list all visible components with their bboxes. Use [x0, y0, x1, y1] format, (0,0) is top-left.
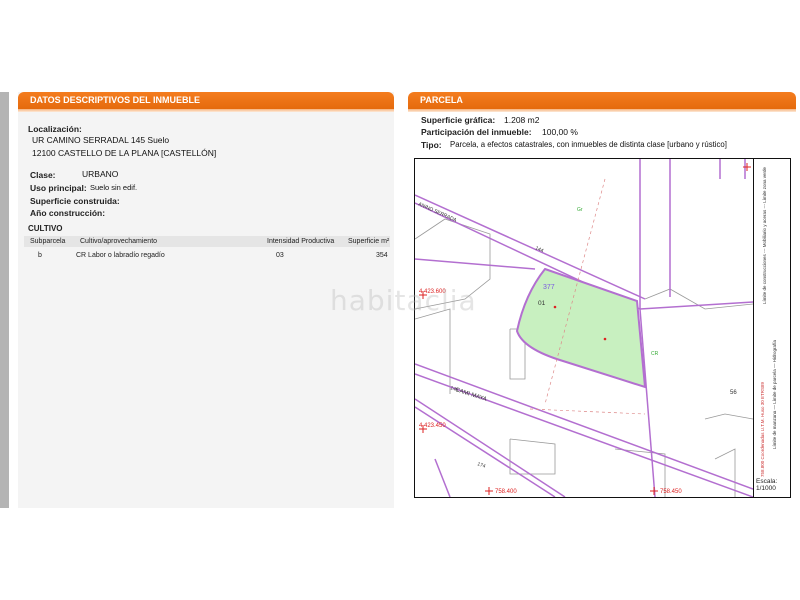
col-subparcela: Subparcela — [30, 238, 66, 245]
row-superficie: 354 — [376, 252, 388, 259]
coord-label-2: 4.423.450 — [419, 423, 446, 429]
superficie-grafica-label: Superficie gráfica: — [421, 115, 496, 125]
cultivo-table-header — [24, 236, 390, 247]
map-label-cr: CR — [651, 351, 659, 357]
cadastral-map-svg: ANINO SERRADA CAMI MAYA 144 145 174 56 0… — [415, 159, 753, 497]
legend-coords-note: 758.800 Coordenadas U.T.M. Huso 30 ETRS8… — [760, 381, 765, 477]
localizacion-label: Localización: — [28, 124, 82, 134]
legend-line-1: Límite de manzana — Límite de parcela — … — [772, 339, 777, 449]
coord-label-4: 758.450 — [660, 489, 682, 495]
subject-parcel[interactable] — [515, 267, 647, 389]
row-cultivo: CR Labor o labradío regadío — [76, 252, 165, 259]
anio-construccion-label: Año construcción: — [30, 208, 106, 218]
property-data-header: DATOS DESCRIPTIVOS DEL INMUEBLE — [18, 92, 394, 112]
parcel-number: 01 — [538, 300, 546, 307]
clase-label: Clase: — [30, 170, 56, 180]
row-intensidad: 03 — [276, 252, 284, 259]
cadastral-map[interactable]: ANINO SERRADA CAMI MAYA 144 145 174 56 0… — [414, 158, 754, 498]
tipo-label: Tipo: — [421, 140, 442, 150]
parcel-header: PARCELA — [408, 92, 796, 112]
parcel-ref: 377 — [543, 284, 555, 291]
map-label-gr: Gr — [577, 207, 583, 213]
participacion-value: 100,00 % — [542, 127, 578, 137]
scale-box: Escala: 1/1000 — [756, 478, 777, 492]
left-edge-strip — [0, 92, 9, 508]
superficie-construida-label: Superficie construida: — [30, 196, 120, 206]
tipo-value: Parcela, a efectos catastrales, con inmu… — [450, 140, 727, 149]
col-cultivo: Cultivo/aprovechamiento — [80, 238, 158, 245]
superficie-grafica-value: 1.208 m2 — [504, 115, 540, 125]
scale-label: Escala: — [756, 478, 778, 485]
coord-label-3: 758.400 — [495, 489, 517, 495]
legend-line-2: Límite de construcciones --- Mobiliario … — [762, 166, 767, 304]
uso-value: Suelo sin edif. — [90, 183, 138, 192]
number-56: 56 — [730, 390, 737, 396]
watermark-logo: habitaclia — [330, 284, 477, 317]
col-superficie: Superficie m² — [348, 238, 390, 245]
address-line-1: UR CAMINO SERRADAL 145 Suelo — [32, 135, 170, 145]
number-174: 174 — [476, 461, 486, 470]
map-legend: Límite de manzana — Límite de parcela — … — [754, 158, 791, 498]
row-subparcela: b — [38, 252, 42, 259]
clase-value: URBANO — [82, 169, 119, 179]
col-intensidad: Intensidad Productiva — [267, 238, 335, 245]
address-line-2: 12100 CASTELLO DE LA PLANA [CASTELLÓN] — [32, 148, 217, 158]
scale-value: 1/1000 — [756, 485, 776, 492]
cultivo-title: CULTIVO — [28, 224, 63, 233]
participacion-label: Participación del inmueble: — [421, 127, 532, 137]
uso-label: Uso principal: — [30, 183, 87, 193]
